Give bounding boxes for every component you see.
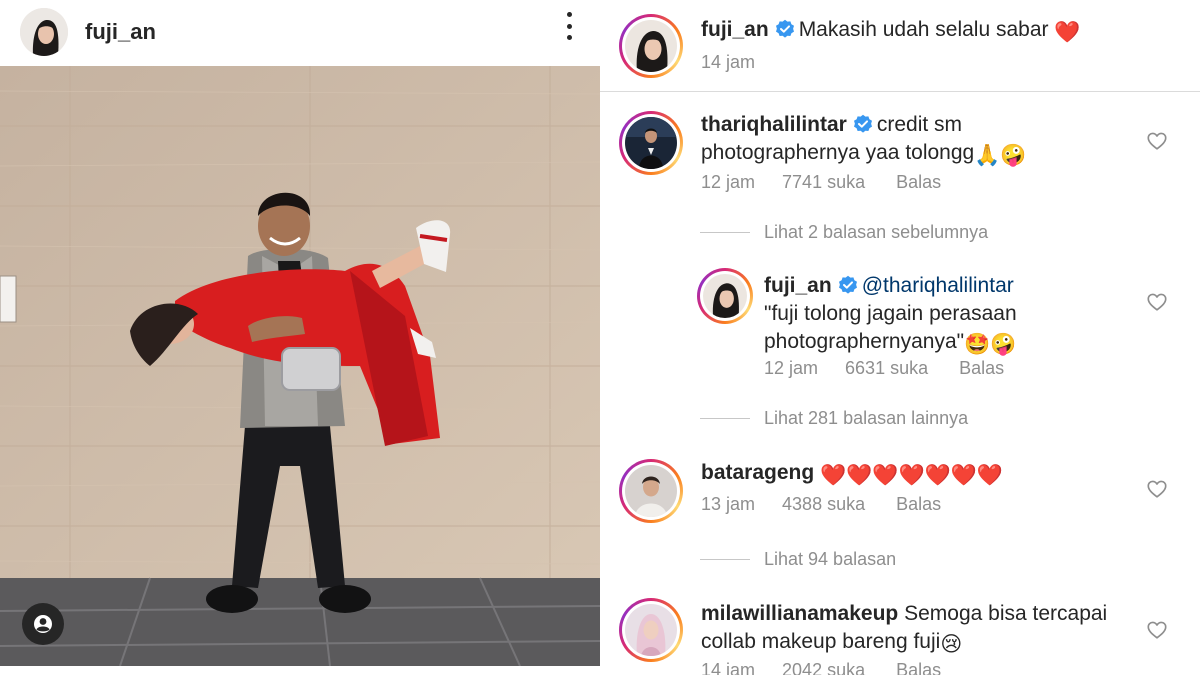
reply-body-line1: "fuji tolong jagain perasaan (764, 302, 1017, 325)
reply-button[interactable]: Balas (896, 172, 941, 193)
caption-avatar[interactable] (619, 14, 683, 78)
reply-meta-fuji-an: 12 jam 6631 suka Balas (764, 358, 1004, 379)
post-photo-art (0, 66, 600, 666)
comment-like-count[interactable]: 7741 suka (782, 172, 865, 193)
reply-button[interactable]: Balas (959, 358, 1004, 379)
replies-line (700, 559, 750, 560)
comment-like-count[interactable]: 4388 suka (782, 494, 865, 515)
comment-meta-milawillianamakeup: 14 jam 2042 suka Balas (701, 660, 941, 675)
comment-text-batarageng: batarageng ❤️❤️❤️❤️❤️❤️❤️ (701, 459, 1141, 490)
user-tag-icon[interactable] (22, 603, 64, 645)
caption-time: 14 jam (701, 52, 756, 72)
more-vertical-icon[interactable] (564, 12, 574, 40)
heart-outline-icon[interactable] (1146, 291, 1168, 313)
view-previous-replies[interactable]: Lihat 2 balasan sebelumnya (700, 222, 988, 243)
comment-like-count[interactable]: 2042 suka (782, 660, 865, 675)
verified-badge-icon (775, 19, 794, 38)
post-header: fuji_an (0, 0, 600, 64)
comment-text-milawillianamakeup: milawillianamakeup Semoga bisa tercapai c… (701, 600, 1141, 659)
heart-outline-icon[interactable] (1146, 478, 1168, 500)
caption-body: Makasih udah selalu sabar (798, 18, 1049, 41)
post-author-avatar[interactable] (20, 8, 68, 56)
reply-username[interactable]: fuji_an (764, 274, 832, 297)
view-more-replies-label: Lihat 281 balasan lainnya (764, 408, 969, 428)
reply-body-line2: photographernyanya" (764, 330, 965, 353)
comment-body-line2: collab makeup bareng fuji (701, 630, 941, 653)
comment-meta-batarageng: 13 jam 4388 suka Balas (701, 494, 941, 515)
comment-time: 13 jam (701, 494, 756, 514)
caption-meta: 14 jam (701, 52, 755, 73)
verified-badge-icon (838, 275, 857, 294)
red-hearts-emoji: ❤️❤️❤️❤️❤️❤️❤️ (820, 464, 1004, 487)
comment-body-line1: credit sm (876, 113, 963, 136)
reply-mention-link[interactable]: @thariqhalilintar (862, 274, 1014, 297)
reply-text-fuji-an: fuji_an @thariqhalilintar "fuji tolong jag… (764, 272, 1144, 359)
verified-badge-icon (853, 114, 872, 133)
reply-like-count[interactable]: 6631 suka (845, 358, 928, 379)
comment-avatar-thariqhalilintar[interactable] (619, 111, 683, 175)
reply-button[interactable]: Balas (896, 660, 941, 675)
comment-username[interactable]: milawillianamakeup (701, 602, 898, 625)
comment-body-line2: photographernya yaa tolongg (701, 141, 975, 164)
replies-line (700, 418, 750, 419)
heart-outline-icon[interactable] (1146, 130, 1168, 152)
comment-avatar-milawillianamakeup[interactable] (619, 598, 683, 662)
post-pane: fuji_an (0, 0, 600, 675)
reply-time: 12 jam (764, 358, 819, 378)
comments-pane: fuji_an Makasih udah selalu sabar ❤️ 14 j… (600, 0, 1200, 675)
post-author-username[interactable]: fuji_an (85, 19, 156, 45)
comment-avatar-batarageng[interactable] (619, 459, 683, 523)
view-replies-batarageng-label: Lihat 94 balasan (764, 549, 897, 569)
comment-username[interactable]: batarageng (701, 461, 814, 484)
crying-emoji: 😢 (940, 633, 963, 656)
caption-text: fuji_an Makasih udah selalu sabar ❤️ (701, 16, 1081, 47)
reply-avatar-fuji-an[interactable] (697, 268, 753, 324)
red-heart-emoji: ❤️ (1054, 21, 1081, 44)
pray-crazy-emoji: 🙏🤪 (974, 144, 1027, 167)
heart-outline-icon[interactable] (1146, 619, 1168, 641)
comment-time: 14 jam (701, 660, 756, 675)
comment-meta-thariqhalilintar: 12 jam 7741 suka Balas (701, 172, 941, 193)
comment-username[interactable]: thariqhalilintar (701, 113, 847, 136)
comment-text-thariqhalilintar: thariqhalilintar credit sm photographernya… (701, 111, 1141, 170)
view-replies-batarageng[interactable]: Lihat 94 balasan (700, 549, 896, 570)
view-previous-replies-label: Lihat 2 balasan sebelumnya (764, 222, 989, 242)
replies-line (700, 232, 750, 233)
post-photo[interactable] (0, 66, 600, 666)
starstruck-crazy-emoji: 🤩🤪 (964, 333, 1017, 356)
view-more-replies[interactable]: Lihat 281 balasan lainnya (700, 408, 968, 429)
comment-body-line1: Semoga bisa tercapai (904, 602, 1108, 625)
comment-time: 12 jam (701, 172, 756, 192)
reply-button[interactable]: Balas (896, 494, 941, 515)
caption-divider (600, 91, 1200, 92)
caption-username[interactable]: fuji_an (701, 18, 769, 41)
